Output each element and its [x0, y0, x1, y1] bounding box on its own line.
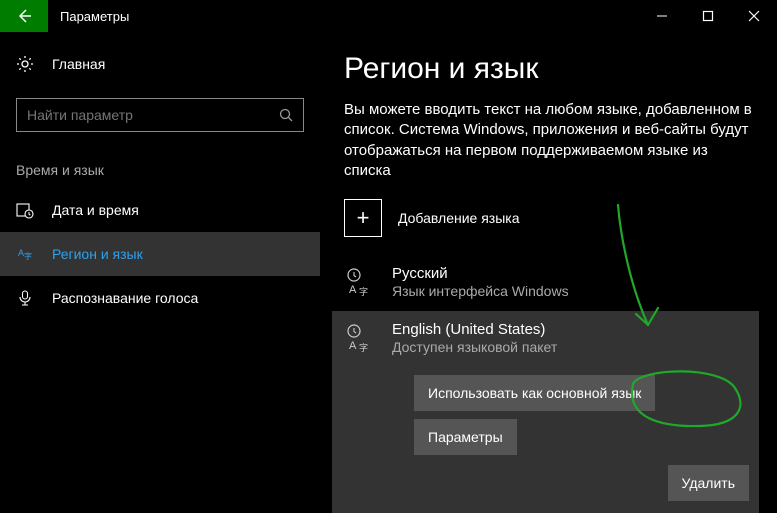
remove-button[interactable]: Удалить — [668, 465, 749, 501]
minimize-icon — [656, 10, 668, 22]
maximize-button[interactable] — [685, 0, 731, 32]
add-language-label: Добавление языка — [398, 210, 520, 226]
language-name: English (United States) — [392, 321, 749, 338]
close-icon — [748, 10, 760, 22]
language-glyph-icon: A字 — [344, 265, 376, 297]
maximize-icon — [702, 10, 714, 22]
page-title: Регион и язык — [344, 52, 753, 86]
sidebar-home[interactable]: Главная — [0, 42, 320, 86]
clock-calendar-icon — [16, 201, 34, 219]
sidebar-item-region-language[interactable]: A字 Регион и язык — [0, 232, 320, 276]
sidebar-home-label: Главная — [52, 56, 105, 72]
window-title: Параметры — [48, 9, 639, 24]
sidebar-item-date-time[interactable]: Дата и время — [0, 188, 320, 232]
search-input[interactable] — [16, 98, 304, 132]
microphone-icon — [16, 289, 34, 307]
add-language-button[interactable]: + Добавление языка — [344, 199, 753, 237]
page-description: Вы можете вводить текст на любом языке, … — [344, 100, 753, 181]
language-name: Русский — [392, 265, 569, 282]
sidebar-category: Время и язык — [0, 138, 320, 188]
svg-text:字: 字 — [24, 251, 32, 261]
sidebar-item-label: Регион и язык — [52, 246, 143, 262]
search-icon — [278, 107, 294, 123]
gear-icon — [16, 55, 34, 73]
sidebar-item-label: Распознавание голоса — [52, 290, 198, 306]
language-icon: A字 — [16, 245, 34, 263]
minimize-button[interactable] — [639, 0, 685, 32]
svg-text:A: A — [349, 284, 357, 296]
svg-text:字: 字 — [359, 286, 368, 297]
window-controls — [639, 0, 777, 32]
plus-icon: + — [344, 199, 382, 237]
sidebar-item-label: Дата и время — [52, 202, 139, 218]
close-button[interactable] — [731, 0, 777, 32]
content: Регион и язык Вы можете вводить текст на… — [320, 32, 777, 506]
language-subtitle: Доступен языковой пакет — [392, 339, 749, 355]
language-glyph-icon: A字 — [344, 321, 376, 353]
language-subtitle: Язык интерфейса Windows — [392, 283, 569, 299]
set-default-button[interactable]: Использовать как основной язык — [414, 375, 655, 411]
svg-text:字: 字 — [359, 342, 368, 353]
arrow-left-icon — [15, 7, 33, 25]
sidebar: Главная Время и язык Дата и время A字 Рег… — [0, 32, 320, 506]
language-item-russian[interactable]: A字 Русский Язык интерфейса Windows — [344, 257, 753, 311]
back-button[interactable] — [0, 0, 48, 32]
sidebar-item-speech[interactable]: Распознавание голоса — [0, 276, 320, 320]
language-item-english[interactable]: A字 English (United States) Доступен язык… — [332, 311, 759, 513]
titlebar: Параметры — [0, 0, 777, 32]
options-button[interactable]: Параметры — [414, 419, 517, 455]
svg-text:A: A — [349, 340, 357, 352]
